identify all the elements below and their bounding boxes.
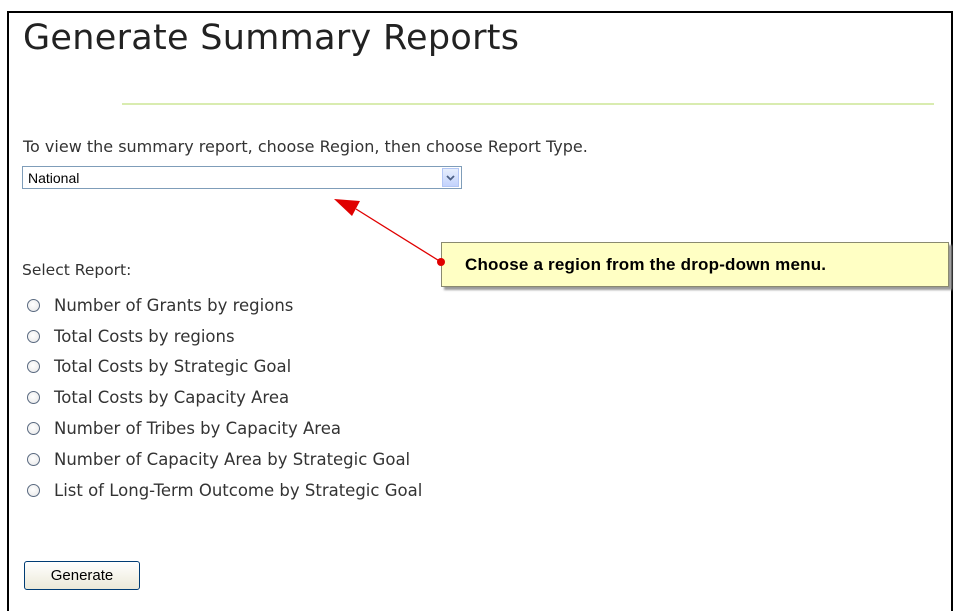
dropdown-button[interactable] — [442, 168, 459, 187]
radio-button[interactable] — [27, 298, 40, 312]
radio-button[interactable] — [27, 483, 40, 497]
generate-button[interactable]: Generate — [24, 561, 140, 590]
report-option[interactable]: Total Costs by Strategic Goal — [27, 352, 422, 383]
report-option[interactable]: Number of Grants by regions — [27, 290, 422, 321]
select-report-label: Select Report: — [22, 261, 132, 279]
radio-button[interactable] — [27, 360, 40, 374]
report-option-label: List of Long-Term Outcome by Strategic G… — [54, 480, 423, 500]
callout-text: Choose a region from the drop-down menu. — [465, 254, 827, 274]
report-option-label: Number of Grants by regions — [54, 295, 294, 315]
title-divider — [122, 103, 934, 105]
page-title: Generate Summary Reports — [23, 18, 520, 58]
region-select[interactable]: National — [22, 166, 462, 189]
report-option[interactable]: Total Costs by regions — [27, 321, 422, 352]
radio-button[interactable] — [27, 422, 40, 436]
annotation-callout: Choose a region from the drop-down menu. — [441, 242, 949, 287]
report-option-label: Total Costs by Capacity Area — [54, 388, 290, 408]
report-option-label: Number of Tribes by Capacity Area — [54, 419, 341, 439]
radio-button[interactable] — [27, 391, 40, 405]
report-option[interactable]: Number of Tribes by Capacity Area — [27, 413, 422, 444]
report-option[interactable]: Total Costs by Capacity Area — [27, 382, 422, 413]
instruction-text: To view the summary report, choose Regio… — [23, 137, 588, 156]
radio-button[interactable] — [27, 329, 40, 343]
report-option-label: Total Costs by regions — [54, 326, 235, 346]
region-select-value: National — [28, 169, 80, 186]
report-option[interactable]: List of Long-Term Outcome by Strategic G… — [27, 475, 422, 506]
chevron-down-icon — [446, 174, 455, 181]
radio-button[interactable] — [27, 452, 40, 466]
report-option-label: Total Costs by Strategic Goal — [54, 357, 292, 377]
report-option[interactable]: Number of Capacity Area by Strategic Goa… — [27, 444, 422, 475]
report-options: Number of Grants by regions Total Costs … — [27, 290, 422, 506]
report-option-label: Number of Capacity Area by Strategic Goa… — [54, 449, 411, 469]
